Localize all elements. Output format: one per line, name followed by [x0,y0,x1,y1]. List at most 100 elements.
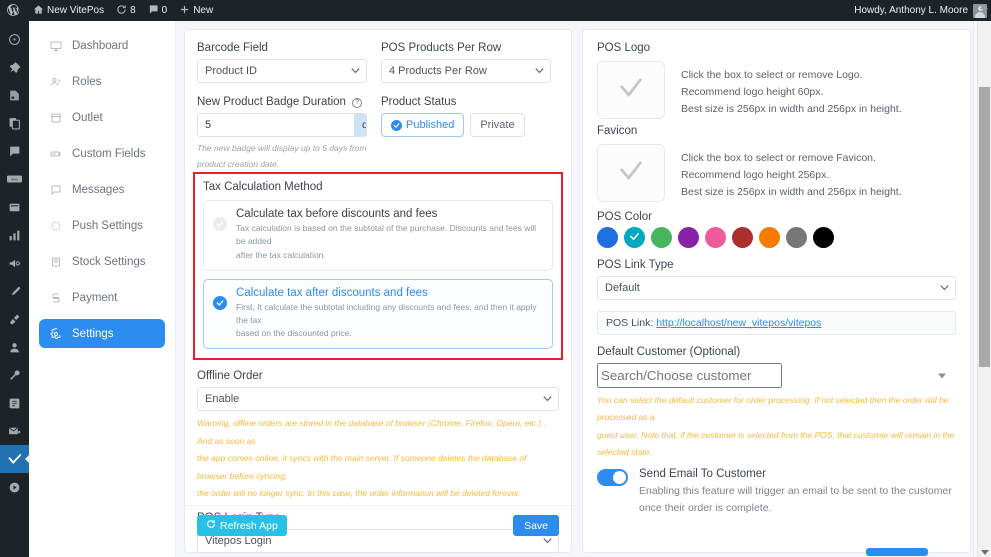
send-email-title: Send Email To Customer [639,467,766,480]
caret-down-icon [938,373,946,378]
comments-menu[interactable]: 0 [142,0,174,21]
check-icon [391,119,402,131]
browser-scrollbar[interactable] [977,21,991,557]
color-swatch-purple[interactable] [678,227,699,248]
right-card-save-button[interactable] [866,548,928,556]
sidebar-item-push-settings[interactable]: Push Settings [39,211,165,240]
updates-icon [116,4,127,18]
sidebar-item-outlet[interactable]: Outlet [39,103,165,132]
tax-option-before[interactable]: Calculate tax before discounts and fees … [203,200,553,271]
site-name-menu[interactable]: New VitePos [27,0,110,21]
badge-duration-label: New Product Badge Duration ? [197,96,367,108]
color-swatch-gray[interactable] [786,227,807,248]
left-card-footer: Refresh App Save [185,505,571,536]
color-swatch-black[interactable] [813,227,834,248]
badge-duration-suffix: days [354,114,366,136]
new-content-menu[interactable]: New [173,0,219,21]
sidebar-item-stock-settings[interactable]: Stock Settings [39,247,165,276]
rail-item-analytics[interactable] [0,221,29,249]
rail-item-mail[interactable] [0,417,29,445]
scroll-down-arrow[interactable] [981,550,989,555]
sidebar-item-label: Dashboard [72,39,129,52]
sidebar-item-label: Payment [72,291,118,304]
custom-fields-icon [49,148,63,160]
wordpress-logo-button[interactable] [0,0,27,21]
sidebar-item-settings[interactable]: Settings [39,319,165,348]
updates-count: 8 [130,5,136,16]
sidebar-item-messages[interactable]: Messages [39,175,165,204]
app-screen: New VitePos 8 0 New Howdy, Anthony L. Mo… [0,0,991,557]
account-menu[interactable]: Howdy, Anthony L. Moore [854,3,991,18]
default-customer-input[interactable] [597,363,782,388]
tax-option-after-title: Calculate tax after discounts and fees [236,286,428,299]
rail-item-vitepos[interactable] [0,445,30,473]
howdy-label: Howdy, Anthony L. Moore [854,5,968,16]
rail-item-comments[interactable] [0,137,29,165]
sidebar-item-payment[interactable]: Payment [39,283,165,312]
badge-duration-group: New Product Badge Duration ? days The ne… [197,96,367,172]
pos-link-type-select[interactable]: Default [597,276,956,300]
rail-item-dashboard[interactable] [0,25,29,53]
rail-item-posts[interactable] [0,53,29,81]
rail-item-users[interactable] [0,333,29,361]
pos-logo-help: Click the box to select or remove Logo. … [681,69,902,115]
tax-option-after-desc: First, It calculate the subtotal includi… [236,301,537,339]
rail-item-products[interactable] [0,193,29,221]
favicon-label: Favicon [597,125,638,137]
send-email-toggle[interactable] [597,468,628,486]
wp-admin-menu-rail: woo [0,21,30,557]
badge-duration-input[interactable] [198,114,354,136]
sidebar-item-roles[interactable]: Roles [39,67,165,96]
radio-selected-icon [213,295,227,310]
tax-option-after[interactable]: Calculate tax after discounts and fees F… [203,278,553,350]
color-swatch-blue[interactable] [597,227,618,248]
rail-item-plugins[interactable] [0,305,29,333]
updates-menu[interactable]: 8 [110,0,142,21]
favicon-upload-box[interactable] [597,144,665,202]
sidebar-item-label: Roles [72,75,102,88]
wp-admin-bar: New VitePos 8 0 New Howdy, Anthony L. Mo… [0,0,991,21]
rail-item-pages[interactable] [0,109,29,137]
question-circle-icon[interactable]: ? [352,97,363,108]
new-content-label: New [193,5,214,16]
scrollbar-thumb[interactable] [979,87,990,367]
pos-link-url[interactable]: http://localhost/new_vitepos/vitepos [656,317,821,329]
sidebar-item-dashboard[interactable]: Dashboard [39,31,165,60]
check-icon [617,74,645,107]
refresh-app-button[interactable]: Refresh App [197,515,287,536]
color-swatch-orange[interactable] [759,227,780,248]
sidebar-item-label: Stock Settings [72,255,146,268]
badge-duration-hint: The new badge will display up to 5 days … [197,143,367,170]
pos-link-prefix: POS Link: [606,317,654,329]
color-swatch-teal-selected[interactable] [624,227,645,248]
rail-item-marketing[interactable] [0,249,29,277]
color-swatch-dark-red[interactable] [732,227,753,248]
home-icon [33,4,44,18]
sidebar-item-label: Push Settings [72,219,143,232]
site-name-label: New VitePos [47,5,105,16]
products-per-row-group: POS Products Per Row 4 Products Per Row [381,42,551,83]
product-status-published-button[interactable]: Published [381,113,465,137]
scroll-up-arrow[interactable] [980,4,988,9]
rail-item-media-player[interactable] [0,473,29,501]
tax-calculation-highlight: Tax Calculation Method Calculate tax bef… [193,172,563,361]
rail-item-woocommerce[interactable]: woo [0,165,29,193]
rail-item-tools[interactable] [0,361,29,389]
check-icon [617,157,645,190]
pos-logo-upload-box[interactable] [597,61,665,119]
save-button[interactable]: Save [513,515,559,536]
products-per-row-select[interactable]: 4 Products Per Row [381,59,551,83]
sidebar-item-label: Outlet [72,111,103,124]
barcode-field-select[interactable]: Product ID [197,59,367,83]
rail-item-appearance[interactable] [0,277,29,305]
color-swatch-pink[interactable] [705,227,726,248]
color-swatch-green[interactable] [651,227,672,248]
sidebar-item-custom-fields[interactable]: Custom Fields [39,139,165,168]
product-status-group: Product Status Published Private [381,96,551,172]
rail-item-settings[interactable] [0,389,29,417]
toggle-knob [613,470,626,484]
radio-unselected-icon [213,217,227,232]
product-status-private-button[interactable]: Private [470,113,525,137]
rail-item-media[interactable] [0,81,29,109]
offline-order-select[interactable]: Enable [197,387,559,412]
